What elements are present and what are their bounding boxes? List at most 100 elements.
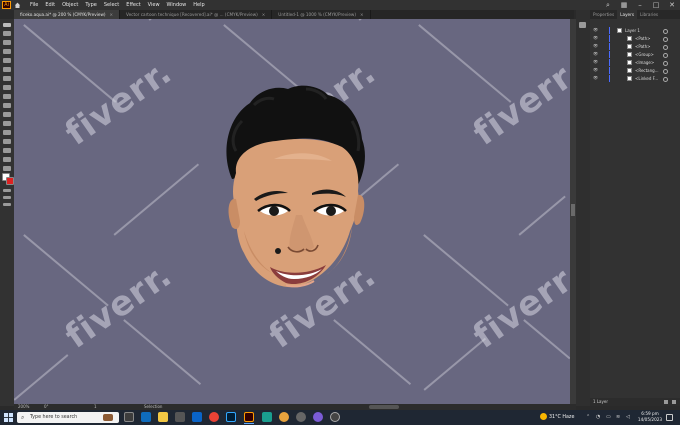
illustrator-app-icon[interactable]: Ai xyxy=(2,1,11,9)
shape-builder-tool-icon[interactable] xyxy=(3,148,11,153)
minimize-icon[interactable]: – xyxy=(636,1,644,9)
curvature-tool-icon[interactable] xyxy=(3,49,11,54)
target-circle-icon[interactable] xyxy=(663,45,668,50)
delete-layer-icon[interactable] xyxy=(672,400,676,404)
color-mode-icon[interactable] xyxy=(3,189,11,192)
tab-properties[interactable]: Properties xyxy=(590,10,617,19)
app-icon[interactable] xyxy=(330,412,340,422)
close-tab-icon[interactable]: × xyxy=(360,12,364,17)
horizontal-scrollbar-thumb[interactable] xyxy=(369,405,399,409)
target-circle-icon[interactable] xyxy=(663,69,668,74)
search-highlight-image-icon xyxy=(103,414,113,421)
menu-effect[interactable]: Effect xyxy=(126,0,140,10)
scale-tool-icon[interactable] xyxy=(3,121,11,126)
close-tab-icon[interactable]: × xyxy=(262,12,266,17)
tab-document-1[interactable]: ficeko.aqua.ai* @ 200 % (CMYK/Preview) × xyxy=(14,10,121,19)
edge-browser-icon[interactable] xyxy=(141,412,151,422)
menu-type[interactable]: Type xyxy=(85,0,96,10)
search-icon[interactable]: ⌕ xyxy=(604,1,612,9)
visibility-eye-icon[interactable]: 👁 xyxy=(593,76,599,80)
draw-mode-icon[interactable] xyxy=(3,196,11,199)
stroke-color-swatch[interactable] xyxy=(6,177,14,185)
close-icon[interactable]: ✕ xyxy=(668,1,676,9)
line-tool-icon[interactable] xyxy=(3,76,11,81)
tab-document-3[interactable]: Untitled-1 @ 1000 % (CMYK/Preview) × xyxy=(272,10,371,19)
direct-selection-tool-icon[interactable] xyxy=(3,31,11,36)
target-circle-icon[interactable] xyxy=(663,77,668,82)
paintbrush-tool-icon[interactable] xyxy=(3,85,11,90)
tab-libraries[interactable]: Libraries xyxy=(637,10,661,19)
battery-icon[interactable]: ▭ xyxy=(606,414,611,421)
menu-object[interactable]: Object xyxy=(62,0,78,10)
rectangle-tool-icon[interactable] xyxy=(3,58,11,63)
layer-row-path[interactable]: 👁 <Path> xyxy=(590,43,680,50)
tab-layers[interactable]: Layers xyxy=(617,10,638,19)
screen-mode-icon[interactable] xyxy=(3,203,11,206)
store-icon[interactable] xyxy=(175,412,185,422)
menu-file[interactable]: File xyxy=(30,0,38,10)
close-tab-icon[interactable]: × xyxy=(110,12,114,17)
free-transform-tool-icon[interactable] xyxy=(3,139,11,144)
shaper-tool-icon[interactable] xyxy=(3,94,11,99)
visibility-eye-icon[interactable]: 👁 xyxy=(593,44,599,48)
target-circle-icon[interactable] xyxy=(663,37,668,42)
layer-row-image[interactable]: 👁 <Image> xyxy=(590,59,680,66)
maximize-icon[interactable]: □ xyxy=(652,1,660,9)
notification-icon[interactable] xyxy=(666,414,673,421)
active-app-indicator xyxy=(244,423,254,424)
zoom-tool-icon[interactable] xyxy=(3,166,11,171)
app-icon[interactable] xyxy=(279,412,289,422)
visibility-eye-icon[interactable]: 👁 xyxy=(593,36,599,40)
scrollbar-thumb[interactable] xyxy=(571,204,575,216)
layer-row-rectangle[interactable]: 👁 <Rectang... xyxy=(590,67,680,74)
layer-row-linked-file[interactable]: 👁 <Linked F... xyxy=(590,75,680,82)
home-icon[interactable] xyxy=(14,2,21,8)
file-explorer-icon[interactable] xyxy=(158,412,168,422)
weather-widget[interactable]: 31°C Haze xyxy=(540,413,574,422)
volume-icon[interactable]: ◁ xyxy=(626,414,630,421)
new-layer-icon[interactable] xyxy=(664,400,668,404)
visibility-eye-icon[interactable]: 👁 xyxy=(593,68,599,72)
illustrator-taskbar-icon[interactable] xyxy=(244,412,254,422)
clock[interactable]: 6:59 pm 14/05/2023 xyxy=(636,411,664,423)
pen-tool-icon[interactable] xyxy=(3,40,11,45)
visibility-eye-icon[interactable]: 👁 xyxy=(593,28,599,32)
chrome-icon[interactable] xyxy=(209,412,219,422)
eyedropper-tool-icon[interactable] xyxy=(3,157,11,162)
mail-icon[interactable] xyxy=(192,412,202,422)
artboard-canvas[interactable]: fiverr. fiverr. fiverr. fiverr. fiverr. … xyxy=(14,19,570,404)
type-tool-icon[interactable] xyxy=(3,67,11,72)
menu-select[interactable]: Select xyxy=(104,0,119,10)
cartoon-face-artwork[interactable] xyxy=(214,81,374,301)
menu-help[interactable]: Help xyxy=(193,0,204,10)
target-circle-icon[interactable] xyxy=(663,61,668,66)
wifi-icon[interactable]: ≋ xyxy=(616,414,620,421)
target-circle-icon[interactable] xyxy=(663,53,668,58)
menu-view[interactable]: View xyxy=(148,0,160,10)
visibility-eye-icon[interactable]: 👁 xyxy=(593,60,599,64)
menu-edit[interactable]: Edit xyxy=(45,0,55,10)
visibility-eye-icon[interactable]: 👁 xyxy=(593,52,599,56)
eraser-tool-icon[interactable] xyxy=(3,103,11,108)
settings-icon[interactable] xyxy=(296,412,306,422)
layer-row-group[interactable]: 👁 <Group> xyxy=(590,51,680,58)
network-icon[interactable]: ◔ xyxy=(596,414,600,421)
taskbar-search-box[interactable]: ⌕ Type here to search xyxy=(17,412,119,423)
tab-document-2[interactable]: Vector cartoon technique [Recovered].ai*… xyxy=(120,10,273,19)
tray-chevron-icon[interactable]: ⌃ xyxy=(586,414,590,421)
selection-tool-icon[interactable] xyxy=(3,23,11,27)
layer-row-path[interactable]: 👁 <Path> xyxy=(590,35,680,42)
app-icon[interactable] xyxy=(313,412,323,422)
rotate-tool-icon[interactable] xyxy=(3,112,11,117)
arrange-icon[interactable]: ▦ xyxy=(620,1,628,9)
width-tool-icon[interactable] xyxy=(3,130,11,135)
tab-label: ficeko.aqua.ai* @ 200 % (CMYK/Preview) xyxy=(20,12,106,17)
task-view-icon[interactable] xyxy=(124,412,134,422)
target-circle-icon[interactable] xyxy=(663,29,668,34)
menu-window[interactable]: Window xyxy=(167,0,187,10)
app-icon[interactable] xyxy=(262,412,272,422)
windows-start-icon[interactable] xyxy=(4,413,13,422)
photoshop-icon[interactable] xyxy=(226,412,236,422)
comments-panel-icon[interactable] xyxy=(579,22,586,28)
layer-row-layer-1[interactable]: 👁 Layer 1 xyxy=(590,27,680,34)
